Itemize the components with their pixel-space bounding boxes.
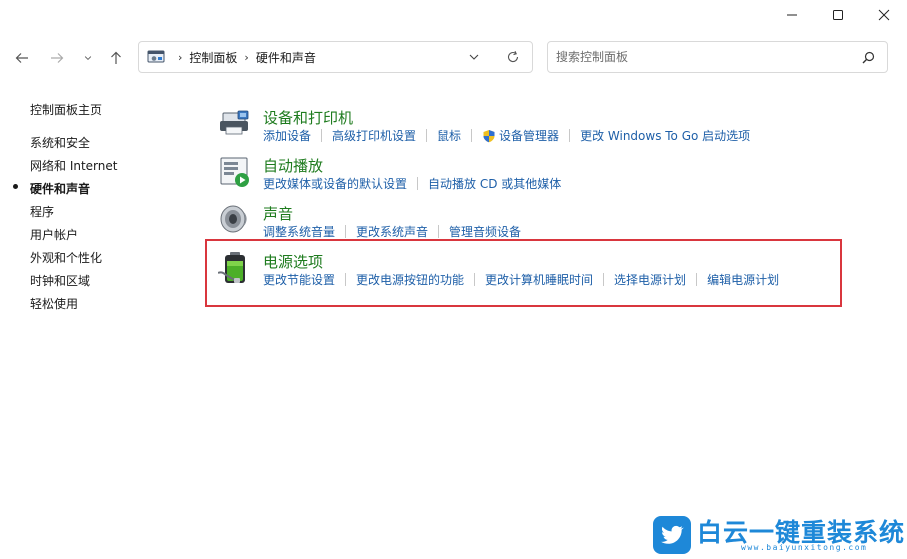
link-separator bbox=[426, 129, 428, 142]
category-links: 添加设备 高级打印机设置 鼠标 设备管理器 更改 Windows To Go 启… bbox=[263, 127, 750, 144]
link-add-device[interactable]: 添加设备 bbox=[263, 127, 311, 144]
search-icon[interactable] bbox=[862, 51, 875, 64]
search-box bbox=[547, 41, 888, 73]
recent-locations-button[interactable] bbox=[78, 48, 98, 68]
arrow-left-icon bbox=[15, 53, 28, 63]
link-separator bbox=[417, 177, 419, 190]
minimize-button[interactable] bbox=[769, 0, 815, 30]
search-input[interactable] bbox=[556, 50, 846, 64]
link-manage-audio-devices[interactable]: 管理音频设备 bbox=[449, 223, 521, 240]
link-separator bbox=[345, 225, 347, 238]
link-separator bbox=[569, 129, 571, 142]
printer-icon bbox=[220, 110, 249, 135]
chevron-down-icon[interactable] bbox=[468, 51, 480, 63]
link-separator bbox=[321, 129, 323, 142]
maximize-icon bbox=[833, 10, 843, 20]
breadcrumb-separator-icon: › bbox=[244, 50, 249, 64]
link-separator bbox=[438, 225, 440, 238]
sidebar-item-clock-region[interactable]: 时钟和区域 bbox=[30, 272, 90, 289]
chevron-down-icon bbox=[84, 56, 92, 61]
link-autoplay-cd[interactable]: 自动播放 CD 或其他媒体 bbox=[428, 175, 561, 192]
sidebar-item-user-accounts[interactable]: 用户帐户 bbox=[30, 226, 78, 243]
close-button[interactable] bbox=[861, 0, 907, 30]
breadcrumb-hardware-sound[interactable]: 硬件和声音 bbox=[256, 49, 316, 66]
sidebar-item-network-internet[interactable]: 网络和 Internet bbox=[30, 157, 117, 174]
sidebar-item-system-security[interactable]: 系统和安全 bbox=[30, 134, 90, 151]
forward-button[interactable] bbox=[47, 48, 67, 68]
category-links: 更改媒体或设备的默认设置 自动播放 CD 或其他媒体 bbox=[263, 175, 561, 192]
link-change-default-settings[interactable]: 更改媒体或设备的默认设置 bbox=[263, 175, 407, 192]
link-mouse[interactable]: 鼠标 bbox=[437, 127, 461, 144]
maximize-button[interactable] bbox=[815, 0, 861, 30]
link-device-manager-label: 设备管理器 bbox=[499, 129, 560, 143]
refresh-icon[interactable] bbox=[506, 50, 520, 64]
control-panel-icon bbox=[147, 49, 165, 65]
link-device-manager[interactable]: 设备管理器 bbox=[482, 127, 559, 144]
breadcrumb-control-panel[interactable]: 控制面板 bbox=[189, 49, 237, 66]
link-advanced-printer-setup[interactable]: 高级打印机设置 bbox=[332, 127, 416, 144]
highlight-box bbox=[205, 239, 842, 307]
up-button[interactable] bbox=[106, 48, 126, 68]
link-change-system-sounds[interactable]: 更改系统声音 bbox=[356, 223, 428, 240]
link-adjust-volume[interactable]: 调整系统音量 bbox=[263, 223, 335, 240]
navigation-bar: › 控制面板 › 硬件和声音 bbox=[0, 40, 907, 76]
category-title[interactable]: 自动播放 bbox=[263, 155, 323, 176]
address-bar[interactable]: › 控制面板 › 硬件和声音 bbox=[138, 41, 533, 73]
sidebar-item-home[interactable]: 控制面板主页 bbox=[30, 101, 102, 118]
watermark: 白云一键重装系统 www.baiyunxitong.com bbox=[653, 513, 904, 557]
bird-logo-icon bbox=[653, 516, 691, 554]
link-windows-to-go[interactable]: 更改 Windows To Go 启动选项 bbox=[580, 127, 750, 144]
breadcrumb-separator-icon: › bbox=[178, 50, 183, 64]
category-links: 调整系统音量 更改系统声音 管理音频设备 bbox=[263, 223, 521, 240]
watermark-url: www.baiyunxitong.com bbox=[741, 543, 868, 552]
back-button[interactable] bbox=[12, 48, 32, 68]
arrow-right-icon bbox=[51, 53, 64, 63]
sidebar-item-ease-of-access[interactable]: 轻松使用 bbox=[30, 295, 78, 312]
category-title[interactable]: 声音 bbox=[263, 203, 293, 224]
active-bullet-icon bbox=[13, 184, 18, 189]
link-separator bbox=[471, 129, 473, 142]
autoplay-icon bbox=[220, 157, 249, 187]
category-title[interactable]: 设备和打印机 bbox=[263, 107, 353, 128]
speaker-icon bbox=[220, 205, 247, 233]
sidebar-item-programs[interactable]: 程序 bbox=[30, 203, 54, 220]
close-icon bbox=[878, 9, 890, 21]
sidebar-item-hardware-sound[interactable]: 硬件和声音 bbox=[30, 180, 90, 197]
uac-shield-icon bbox=[483, 129, 495, 142]
arrow-up-icon bbox=[111, 51, 121, 64]
minimize-icon bbox=[787, 14, 797, 16]
sidebar-item-appearance[interactable]: 外观和个性化 bbox=[30, 249, 102, 266]
window-controls bbox=[769, 0, 907, 30]
